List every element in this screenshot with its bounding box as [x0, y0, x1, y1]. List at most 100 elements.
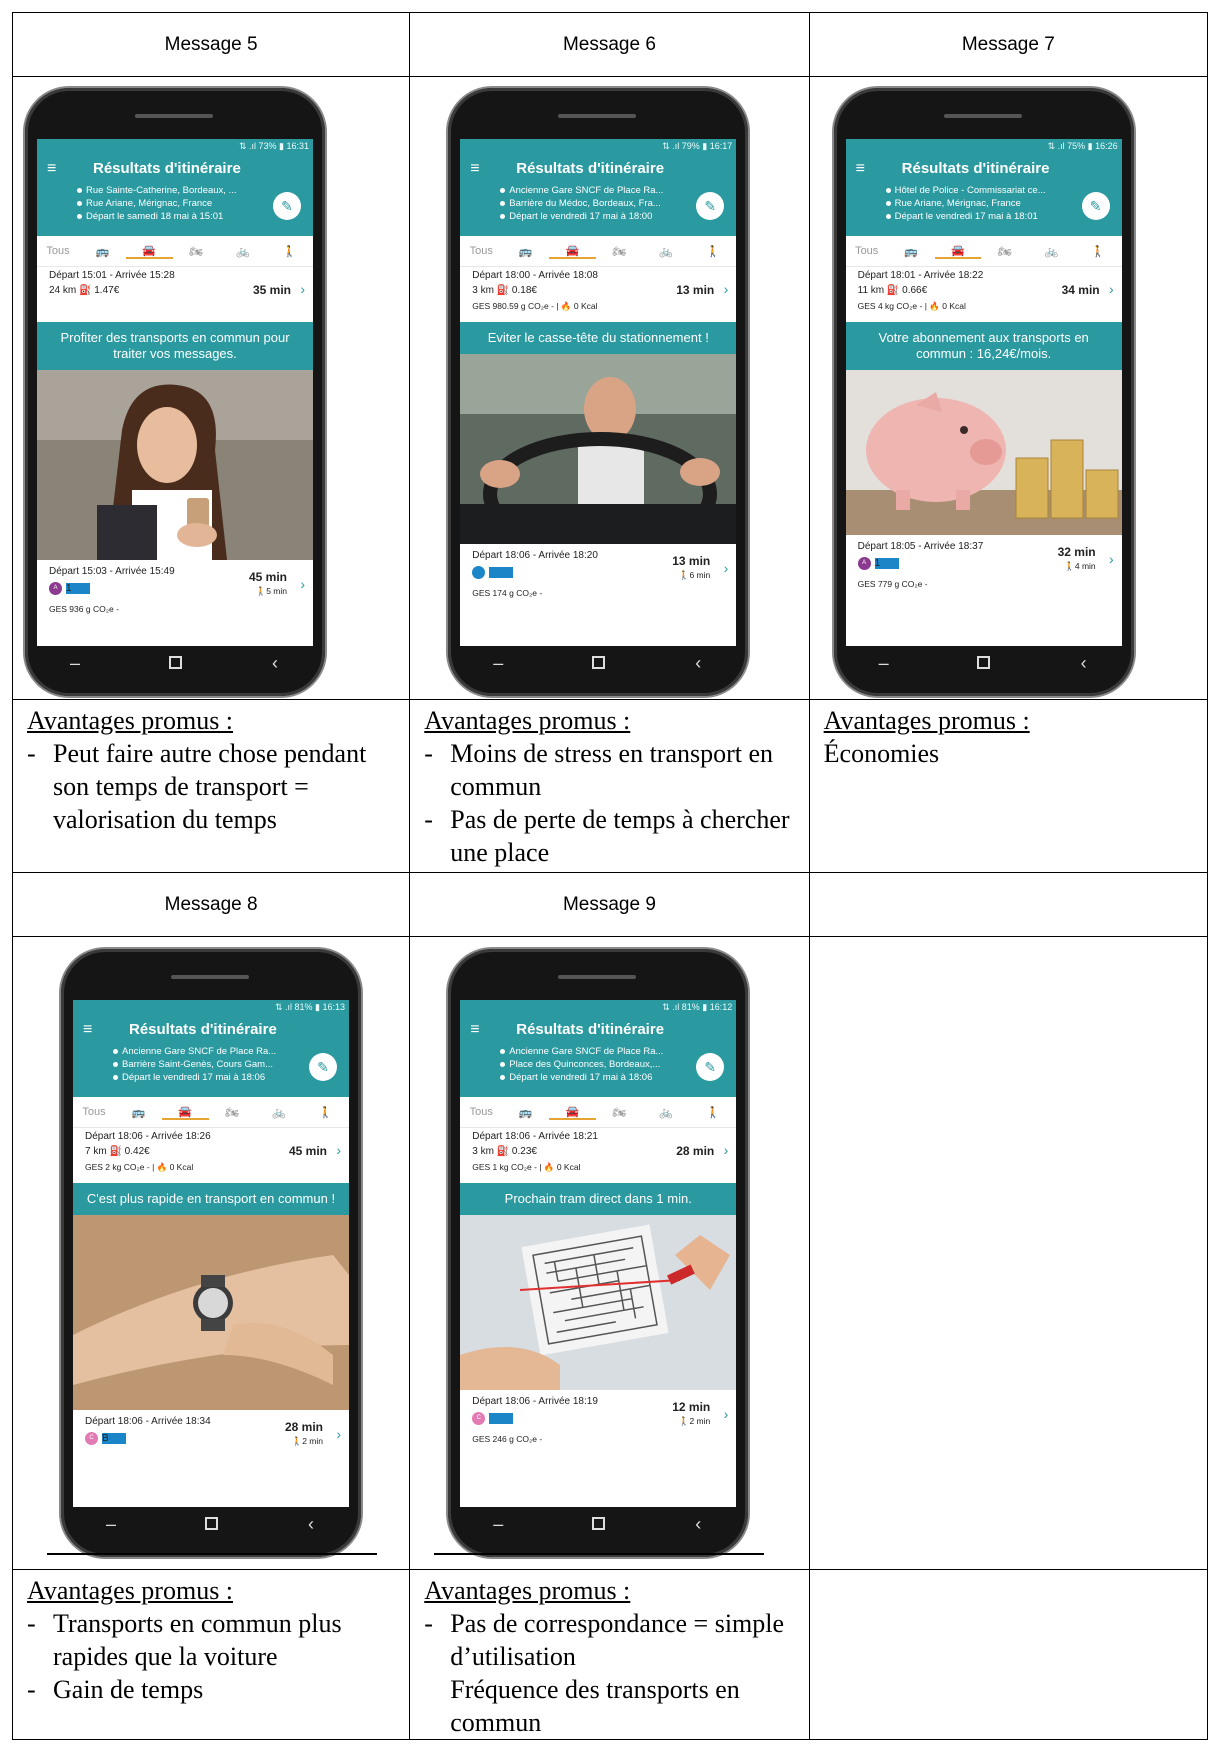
chevron-right-icon[interactable]: › [300, 281, 305, 297]
back-icon[interactable]: ‹ [1054, 653, 1114, 674]
transit-trip-row[interactable]: Départ 18:06 - Arrivée 18:34 C B 28 min … [73, 1410, 349, 1485]
walk-icon[interactable]: 🚶 [1075, 245, 1122, 258]
motorbike-icon[interactable]: 🏍 [173, 245, 220, 258]
chevron-right-icon[interactable]: › [1109, 281, 1114, 297]
menu-icon[interactable]: ≡ [83, 1021, 92, 1039]
motorbike-icon[interactable]: 🏍 [596, 1106, 643, 1119]
recent-apps-icon[interactable]: – [854, 653, 914, 674]
back-icon[interactable]: ‹ [668, 1514, 728, 1535]
car-icon[interactable]: 🚘 [549, 1105, 596, 1120]
comparison-table: Message 5 Message 6 Message 7 ⇅ .ıl 73% … [11, 12, 1208, 1740]
android-nav-bar: – ‹ [448, 646, 748, 680]
app-header: ≡ Résultats d'itinéraire Hôtel de Police… [845, 154, 1122, 236]
bicycle-icon[interactable]: 🚲 [643, 1106, 690, 1119]
destination-pin-icon [113, 1061, 118, 1067]
android-nav-bar: – ‹ [448, 1507, 748, 1541]
chevron-right-icon[interactable]: › [724, 1142, 729, 1158]
transit-ges: GES 779 g CO₂e - [857, 579, 928, 589]
chevron-right-icon[interactable]: › [1109, 551, 1114, 567]
bus-icon[interactable]: 🚌 [79, 245, 126, 258]
car-icon[interactable]: 🚘 [934, 244, 982, 259]
bus-icon[interactable]: 🚌 [502, 1106, 549, 1119]
car-cost: 7 km ⛽ 0.42€ [85, 1146, 150, 1157]
recent-apps-icon[interactable]: – [468, 653, 528, 674]
recent-apps-icon[interactable]: – [468, 1514, 528, 1535]
motorbike-icon[interactable]: 🏍 [209, 1106, 256, 1119]
tab-all[interactable]: Tous [37, 245, 79, 257]
destination-pin-icon [885, 200, 891, 206]
walk-icon[interactable]: 🚶 [266, 245, 313, 258]
advantages-title: Avantages promus : [823, 706, 1030, 735]
car-trip-row[interactable]: Départ 15:01 - Arrivée 15:28 24 km ⛽ 1.4… [37, 267, 313, 322]
menu-icon[interactable]: ≡ [47, 160, 56, 178]
chevron-right-icon[interactable]: › [336, 1426, 341, 1442]
walk-icon[interactable]: 🚶 [302, 1106, 349, 1119]
car-trip-row[interactable]: Départ 18:01 - Arrivée 18:22 11 km ⛽ 0.6… [846, 267, 1122, 322]
car-trip-row[interactable]: Départ 18:06 - Arrivée 18:21 3 km ⛽ 0.23… [460, 1128, 736, 1183]
edit-icon[interactable]: ✎ [696, 1053, 725, 1081]
car-cost: 11 km ⛽ 0.66€ [857, 285, 928, 296]
car-cost: 24 km ⛽ 1.47€ [49, 285, 120, 296]
back-icon[interactable]: ‹ [245, 653, 305, 674]
home-icon[interactable] [954, 653, 1014, 674]
bicycle-icon[interactable]: 🚲 [643, 245, 690, 258]
car-icon[interactable]: 🚘 [549, 244, 596, 259]
bus-icon[interactable]: 🚌 [502, 245, 549, 258]
clock-icon [885, 213, 891, 219]
origin-address: Ancienne Gare SNCF de Place Ra... [500, 1046, 663, 1057]
chevron-right-icon[interactable]: › [724, 281, 729, 297]
menu-icon[interactable]: ≡ [470, 160, 479, 178]
edit-icon[interactable]: ✎ [1081, 192, 1110, 220]
bicycle-icon[interactable]: 🚲 [219, 245, 266, 258]
bicycle-icon[interactable]: 🚲 [1028, 245, 1075, 258]
back-icon[interactable]: ‹ [668, 653, 728, 674]
menu-icon[interactable]: ≡ [470, 1021, 479, 1039]
edit-icon[interactable]: ✎ [273, 192, 301, 220]
car-icon[interactable]: 🚘 [125, 244, 173, 259]
tab-all[interactable]: Tous [460, 245, 502, 257]
home-icon[interactable] [568, 653, 628, 674]
motorbike-icon[interactable]: 🏍 [981, 245, 1028, 258]
advantage-item: - Pas de correspondance = simple d’utilis… [424, 1607, 800, 1673]
back-icon[interactable]: ‹ [281, 1514, 341, 1535]
transit-trip-row[interactable]: Départ 18:05 - Arrivée 18:37 A 1 GES 779… [845, 535, 1122, 610]
car-trip-row[interactable]: Départ 18:00 - Arrivée 18:08 3 km ⛽ 0.18… [460, 267, 736, 322]
bus-icon[interactable]: 🚌 [888, 245, 935, 258]
menu-icon[interactable]: ≡ [856, 160, 865, 178]
bicycle-icon[interactable]: 🚲 [255, 1106, 302, 1119]
tab-all[interactable]: Tous [846, 245, 888, 257]
chevron-right-icon[interactable]: › [336, 1142, 341, 1158]
home-icon[interactable] [568, 1514, 628, 1535]
edit-icon[interactable]: ✎ [696, 192, 725, 220]
origin-pin-icon [77, 187, 82, 193]
car-duration: 34 min [1061, 283, 1100, 297]
recent-apps-icon[interactable]: – [45, 653, 105, 674]
transport-mode-tabs: Tous 🚌 🚘 🏍 🚲 🚶 [37, 236, 313, 267]
car-times: Départ 18:06 - Arrivée 18:21 [472, 1131, 598, 1142]
tab-all[interactable]: Tous [73, 1106, 115, 1118]
departure-text: Départ le vendredi 17 mai à 18:00 [509, 211, 653, 222]
car-icon[interactable]: 🚘 [161, 1105, 209, 1120]
walk-icon[interactable]: 🚶 [689, 1106, 736, 1119]
transit-trip-row[interactable]: Départ 18:06 - Arrivée 18:19 C GES 246 g… [460, 1390, 737, 1465]
transit-trip-row[interactable]: Départ 15:03 - Arrivée 15:49 A 1 GES 936… [37, 560, 313, 635]
car-trip-row[interactable]: Départ 18:06 - Arrivée 18:26 7 km ⛽ 0.42… [73, 1128, 349, 1183]
line-badge-2: 1 [66, 583, 90, 594]
status-bar: ⇅ .ıl 75% ▮ 16:26 [845, 139, 1122, 154]
chevron-right-icon[interactable]: › [724, 560, 729, 576]
tab-all[interactable]: Tous [460, 1106, 502, 1118]
destination-address: Rue Ariane, Mérignac, France [77, 198, 212, 209]
departure-time: Départ le vendredi 17 mai à 18:00 [500, 211, 652, 222]
edit-icon[interactable]: ✎ [309, 1053, 337, 1081]
transit-trip-row[interactable]: Départ 18:06 - Arrivée 18:20 GES 174 g C… [460, 544, 737, 619]
bus-icon[interactable]: 🚌 [115, 1106, 162, 1119]
advantages-title: Avantages promus : [27, 706, 234, 735]
walk-icon[interactable]: 🚶 [689, 245, 736, 258]
motorbike-icon[interactable]: 🏍 [596, 245, 643, 258]
chevron-right-icon[interactable]: › [300, 576, 305, 592]
chevron-right-icon[interactable]: › [724, 1406, 729, 1422]
transport-mode-tabs: Tous 🚌 🚘 🏍 🚲 🚶 [845, 236, 1122, 267]
home-icon[interactable] [181, 1514, 241, 1535]
recent-apps-icon[interactable]: – [81, 1514, 141, 1535]
home-icon[interactable] [145, 653, 205, 674]
